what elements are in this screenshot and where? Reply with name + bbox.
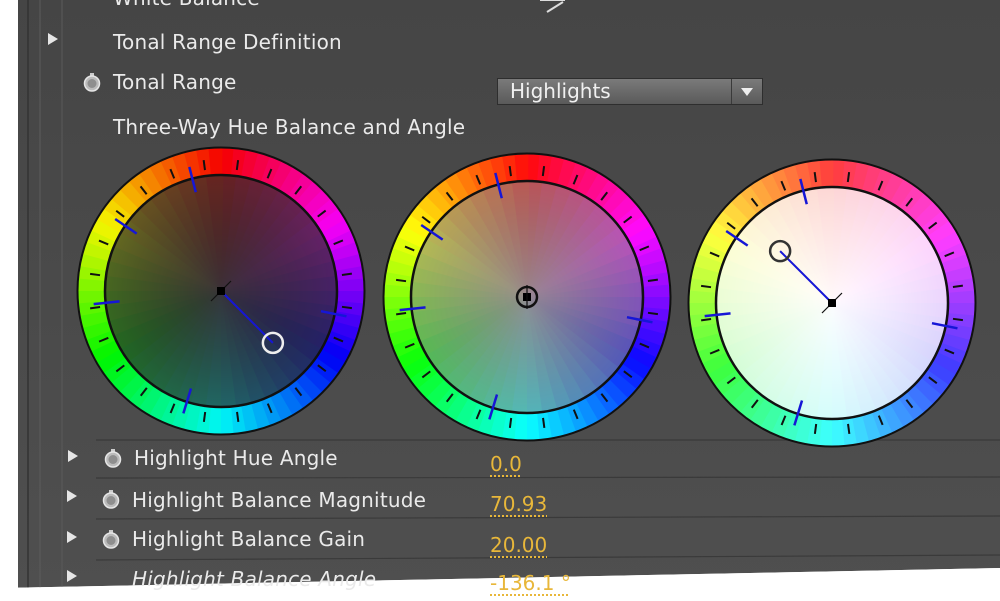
- wheel-tick: [541, 165, 546, 177]
- wheel-tick: [202, 411, 207, 423]
- hue-ring-segment: [947, 290, 976, 305]
- hue-ring-segment: [688, 301, 717, 316]
- param-value[interactable]: -136.1 °: [490, 571, 571, 595]
- wheel-tick: [847, 423, 851, 434]
- wheel-tick: [235, 159, 240, 171]
- wheel-tick: [202, 160, 206, 171]
- center-point: [828, 299, 836, 307]
- hue-ring-segment: [514, 153, 529, 182]
- eyedropper-icon[interactable]: [545, 0, 567, 14]
- hue-ring-segment: [819, 159, 834, 188]
- wheel-tick: [813, 423, 818, 435]
- param-label: Highlight Balance Angle: [132, 567, 377, 591]
- wheel-tick: [952, 284, 963, 288]
- wheel-tick: [813, 172, 817, 183]
- stopwatch-icon[interactable]: [103, 448, 123, 468]
- param-label: Highlight Hue Angle: [134, 446, 338, 470]
- stopwatch-icon[interactable]: [82, 72, 102, 92]
- param-label: Highlight Balance Gain: [132, 527, 366, 551]
- stopwatch-icon[interactable]: [101, 529, 121, 549]
- wheel-tick: [700, 284, 712, 289]
- wheel-tick: [508, 417, 513, 429]
- wheel-tick: [508, 166, 512, 177]
- midtones-color-wheel[interactable]: [381, 151, 673, 443]
- wheel-tick: [701, 318, 712, 322]
- hue-ring-segment: [336, 278, 365, 293]
- tonal-range-label: Tonal Range: [113, 70, 237, 94]
- wheel-tick: [341, 305, 353, 310]
- wheel-tick: [90, 306, 101, 310]
- hue-ring-segment: [77, 289, 106, 304]
- shadows-color-wheel[interactable]: [75, 145, 367, 437]
- center-point: [217, 287, 225, 295]
- wheel-tick: [395, 278, 407, 283]
- wheel-tick: [647, 311, 659, 316]
- wheel-tick: [647, 278, 658, 282]
- param-value[interactable]: 20.00: [490, 533, 547, 557]
- hue-ring-segment: [830, 418, 845, 447]
- hue-ring-segment: [219, 406, 234, 435]
- expand-tonal-range-definition-icon[interactable]: [48, 33, 58, 45]
- wheel-tick: [542, 417, 546, 428]
- wheel-tick: [236, 411, 240, 422]
- expand-hue-angle-icon[interactable]: [68, 450, 78, 462]
- wheel-tick: [89, 272, 101, 277]
- param-value[interactable]: 0.0: [490, 452, 522, 476]
- wheel-tick: [952, 317, 964, 322]
- wheel-tick: [846, 171, 851, 183]
- hue-ring-segment: [642, 284, 671, 299]
- hue-balance-section-title: Three-Way Hue Balance and Angle: [113, 115, 466, 139]
- param-value[interactable]: 70.93: [490, 492, 547, 516]
- hue-ring-segment: [525, 412, 540, 441]
- tonal-range-dropdown[interactable]: Highlights: [497, 78, 763, 105]
- hue-ring-segment: [383, 295, 412, 310]
- tonal-range-definition-label: Tonal Range Definition: [113, 30, 342, 54]
- white-balance-label: White Balance: [113, 0, 260, 10]
- stopwatch-icon[interactable]: [101, 489, 121, 509]
- expand-balance-magnitude-icon[interactable]: [67, 490, 77, 502]
- wheel-tick: [396, 312, 407, 316]
- tonal-range-selected-value: Highlights: [510, 79, 611, 103]
- color-corrector-panel: White Balance Tonal Range Definition Ton…: [0, 0, 1000, 601]
- highlights-color-wheel[interactable]: [686, 157, 978, 449]
- hue-ring-segment: [208, 147, 223, 176]
- wheel-tick: [341, 272, 352, 276]
- param-label: Highlight Balance Magnitude: [132, 488, 427, 512]
- chevron-down-icon[interactable]: [731, 79, 762, 104]
- expand-balance-angle-icon[interactable]: [67, 570, 77, 582]
- expand-balance-gain-icon[interactable]: [67, 531, 77, 543]
